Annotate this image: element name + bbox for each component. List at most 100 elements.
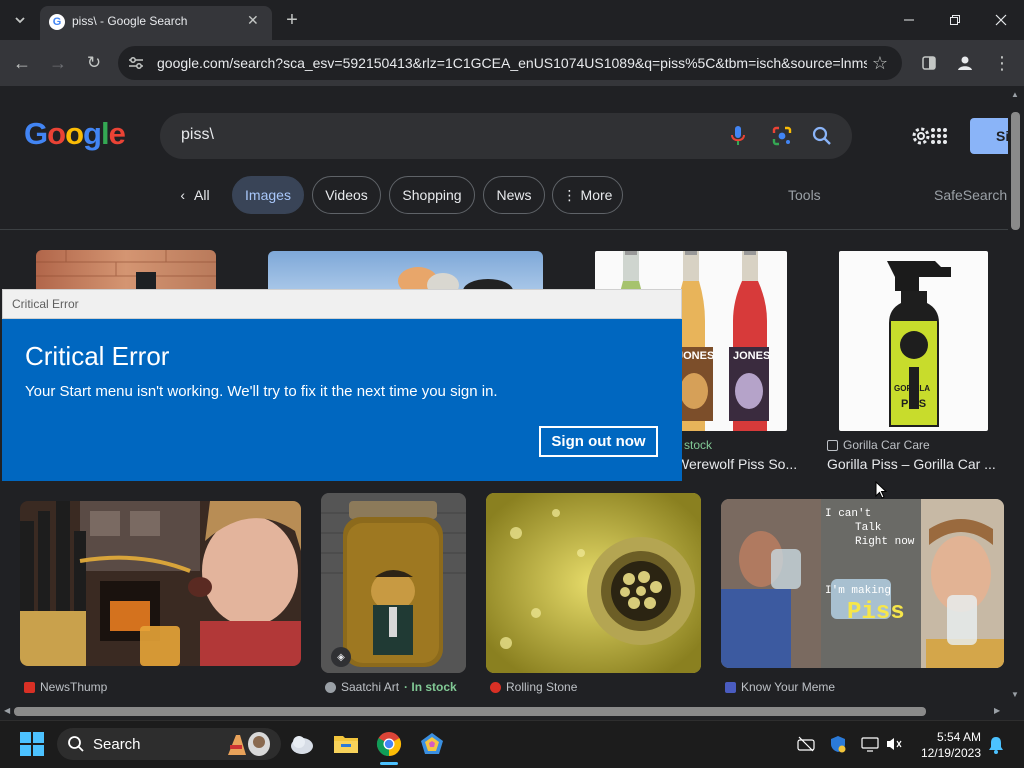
result-3-source[interactable]: stock (684, 438, 712, 452)
safesearch-button[interactable]: SafeSearch (934, 187, 1008, 203)
know-your-meme-favicon-icon (725, 681, 736, 693)
image-result-8[interactable]: I can't Talk Right now I'm making Piss (721, 499, 1004, 668)
result-6-source[interactable]: Saatchi Art · In stock (325, 680, 457, 694)
result-3-title[interactable]: Werewolf Piss So... (676, 456, 798, 472)
google-apps-grid-icon[interactable] (930, 127, 948, 150)
tab-close-icon[interactable]: ✕ (247, 12, 259, 29)
logo-letter: o (65, 116, 84, 151)
result-5-source[interactable]: NewsThump (24, 680, 107, 694)
search-submit-icon[interactable] (812, 126, 832, 151)
windows-start-icon[interactable] (20, 732, 44, 761)
tools-button[interactable]: Tools (788, 187, 821, 203)
volume-muted-icon[interactable] (885, 736, 903, 757)
scroll-right-arrow-icon[interactable]: ▶ (994, 706, 1000, 715)
browser-menu-icon[interactable]: ⋮ (990, 51, 1014, 75)
tab-more[interactable]: ⋮ More (552, 176, 623, 214)
mouse-cursor-icon (875, 480, 888, 504)
image-result-6[interactable]: ◈ (321, 493, 466, 673)
tab-news[interactable]: News (483, 176, 545, 214)
url-text: google.com/search?sca_esv=592150413&rlz=… (157, 55, 867, 71)
weather-widget-icon[interactable] (290, 733, 314, 760)
image-result-2[interactable] (268, 251, 543, 291)
image-result-5[interactable] (20, 501, 301, 666)
scroll-up-arrow-icon[interactable]: ▲ (1011, 90, 1019, 99)
tab-title: piss\ - Google Search (72, 14, 188, 28)
meme-text-4: I'm making (825, 585, 892, 597)
meme-text-1: I can't (825, 508, 872, 520)
minimize-icon[interactable] (897, 8, 921, 32)
tab-list-chevron-icon[interactable] (8, 8, 32, 32)
newsthump-favicon-icon (24, 681, 35, 693)
search-highlight-icon (226, 731, 272, 762)
tag-icon: ◈ (331, 647, 351, 667)
new-tab-plus-icon[interactable]: + (280, 8, 304, 32)
tab-all[interactable]: ‹ All (170, 176, 220, 214)
google-lens-icon[interactable] (772, 126, 792, 151)
sign-out-now-button[interactable]: Sign out now (539, 426, 658, 457)
critical-error-titlebar-text: Critical Error (12, 297, 79, 311)
notification-bell-icon[interactable] (988, 736, 1004, 759)
network-off-icon[interactable] (797, 736, 815, 757)
file-explorer-icon[interactable] (333, 732, 359, 759)
display-icon[interactable] (861, 736, 879, 757)
forward-arrow-icon[interactable]: → (46, 51, 70, 75)
rolling-stone-favicon-icon (490, 681, 501, 693)
logo-letter: l (100, 116, 110, 151)
defender-shield-icon[interactable] (829, 735, 847, 758)
google-logo[interactable]: Google (24, 116, 126, 152)
tab-shopping[interactable]: Shopping (389, 176, 475, 214)
close-window-icon[interactable] (989, 8, 1013, 32)
profile-icon[interactable] (953, 51, 977, 75)
logo-letter: o (47, 116, 66, 151)
critical-error-titlebar[interactable]: Critical Error (2, 289, 682, 319)
jones-label-1: JONES (677, 350, 714, 362)
side-panel-icon[interactable] (917, 51, 941, 75)
critical-error-message: Your Start menu isn't working. We'll try… (25, 383, 498, 400)
search-query-text: piss\ (181, 126, 214, 143)
sign-in-button[interactable]: Si (970, 118, 1008, 154)
copilot-icon[interactable] (420, 732, 444, 761)
voice-search-mic-icon[interactable] (729, 125, 747, 152)
taskbar-date[interactable]: 12/19/2023 (910, 746, 981, 760)
logo-letter: g (83, 116, 102, 151)
image-result-1[interactable] (36, 250, 216, 290)
result-4-source[interactable]: Gorilla Car Care (827, 438, 930, 452)
piss-label: PISS (901, 398, 926, 410)
more-dots-icon: ⋮ (562, 186, 577, 203)
meme-text-3: Right now (855, 536, 915, 548)
source-favicon-icon (827, 439, 838, 451)
image-result-4[interactable]: GORILLA PISS (839, 251, 988, 431)
chrome-active-indicator (380, 762, 398, 765)
reload-icon[interactable]: ↻ (82, 51, 106, 75)
restore-icon[interactable] (943, 8, 967, 32)
sign-in-label: Si (996, 128, 1008, 144)
site-info-icon[interactable] (124, 51, 148, 75)
jones-label-2: JONES (733, 350, 770, 362)
taskbar-search-label: Search (93, 736, 141, 753)
critical-error-heading: Critical Error (25, 341, 170, 371)
result-8-source[interactable]: Know Your Meme (725, 680, 835, 694)
vertical-scroll-thumb[interactable] (1011, 112, 1020, 230)
taskbar-time[interactable]: 5:54 AM (910, 730, 981, 744)
meme-text-2: Talk (855, 522, 882, 534)
result-7-source[interactable]: Rolling Stone (490, 680, 577, 694)
gorilla-label: GORILLA (894, 384, 930, 393)
tab-images[interactable]: Images (232, 176, 304, 214)
logo-letter: e (108, 116, 126, 151)
image-result-7[interactable] (486, 493, 701, 673)
scroll-down-arrow-icon[interactable]: ▼ (1011, 690, 1019, 699)
result-4-title[interactable]: Gorilla Piss – Gorilla Car ... (827, 456, 999, 472)
chrome-taskbar-icon[interactable] (376, 731, 402, 762)
tab-videos[interactable]: Videos (312, 176, 381, 214)
back-chevron-icon: ‹ (180, 187, 186, 203)
browser-tab[interactable]: G piss\ - Google Search ✕ (40, 6, 272, 40)
search-box[interactable] (160, 113, 852, 159)
taskbar-search-icon (67, 735, 85, 758)
horizontal-scroll-thumb[interactable] (14, 707, 926, 716)
bookmark-star-icon[interactable]: ☆ (868, 51, 892, 75)
meme-text-5: Piss (847, 599, 905, 626)
scroll-left-arrow-icon[interactable]: ◀ (4, 706, 10, 715)
logo-letter: G (24, 116, 48, 151)
back-arrow-icon[interactable]: ← (10, 51, 34, 75)
saatchi-favicon-icon (325, 681, 336, 693)
